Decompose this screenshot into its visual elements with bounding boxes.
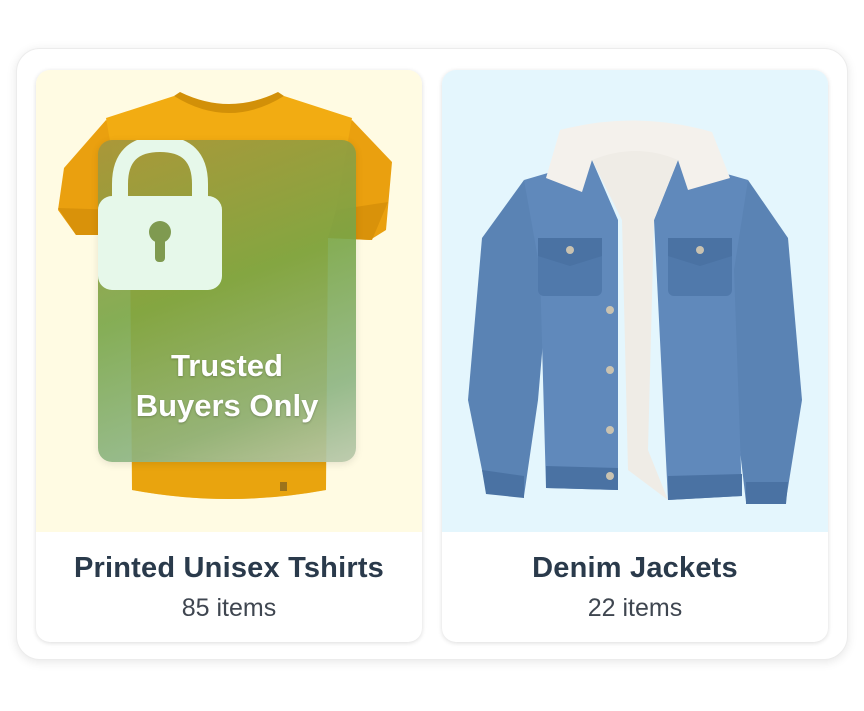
- lock-label-line2: Buyers Only: [135, 388, 319, 423]
- category-card-tshirts[interactable]: Trusted Buyers Only Printed Unisex Tshir…: [36, 70, 422, 642]
- tshirt-image: Trusted Buyers Only: [36, 70, 422, 532]
- category-item-count: 85 items: [181, 594, 277, 622]
- jacket-image: [442, 70, 828, 532]
- card-footer: Denim Jackets 22 items: [442, 532, 828, 642]
- category-title: Denim Jackets: [532, 552, 738, 584]
- category-title: Printed Unisex Tshirts: [73, 552, 385, 584]
- lock-label: Trusted Buyers Only: [98, 346, 356, 426]
- category-item-count: 22 items: [587, 594, 683, 622]
- category-card-denim-jackets[interactable]: Denim Jackets 22 items: [442, 70, 828, 642]
- lock-icon: [98, 140, 222, 290]
- lock-label-line1: Trusted: [171, 348, 283, 383]
- denim-jacket-illustration: [468, 120, 802, 504]
- locked-overlay: Trusted Buyers Only: [98, 140, 356, 462]
- card-footer: Printed Unisex Tshirts 85 items: [36, 532, 422, 642]
